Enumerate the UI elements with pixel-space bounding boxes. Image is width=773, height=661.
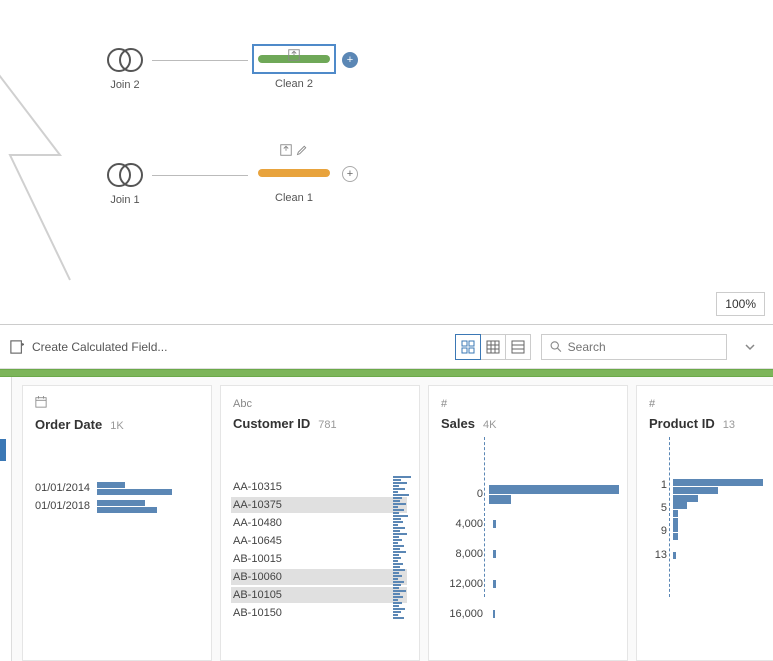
hist-label: 01/01/2018	[35, 500, 91, 512]
add-step-button[interactable]: +	[342, 166, 358, 182]
axis-line	[669, 437, 670, 597]
node-clean1[interactable]: Clean 1 +	[252, 158, 336, 204]
node-label: Clean 1	[275, 192, 313, 204]
list-view-button[interactable]	[505, 334, 531, 360]
field-count: 781	[318, 419, 336, 431]
hist-row[interactable]: 12,000	[441, 569, 615, 599]
field-card-sales[interactable]: # Sales 4K 0 4,000 8,000 12,000	[428, 385, 628, 661]
hist-bar	[489, 495, 511, 504]
profile-pane: Order Date 1K 01/01/2014 01/01/2018	[0, 369, 773, 661]
search-icon	[550, 340, 562, 353]
field-title: Order Date	[35, 417, 102, 432]
field-card-customer-id[interactable]: Abc Customer ID 781 AA-10315 AA-10375 AA…	[220, 385, 420, 661]
hist-row[interactable]: AA-10480	[233, 515, 407, 531]
hist-row[interactable]: 8,000	[441, 539, 615, 569]
node-join2[interactable]: Join 2	[105, 45, 145, 91]
node-label: Join 1	[110, 194, 139, 206]
step-color-strip	[0, 369, 773, 377]
search-input[interactable]	[568, 340, 718, 354]
selection-indicator	[0, 439, 6, 461]
field-count: 4K	[483, 419, 496, 431]
field-title: Sales	[441, 416, 475, 431]
data-grid-view-button[interactable]	[480, 334, 506, 360]
view-mode-group	[455, 334, 531, 360]
field-title: Product ID	[649, 416, 715, 431]
hist-row[interactable]: AB-10150	[233, 605, 407, 621]
hist-bar	[97, 489, 172, 495]
hist-row[interactable]: 01/01/2014	[35, 480, 199, 496]
hist-row[interactable]: AB-10060	[231, 569, 407, 585]
profile-toolbar: Create Calculated Field...	[0, 325, 773, 369]
hist-row[interactable]: 4,000	[441, 509, 615, 539]
hist-bar	[493, 580, 496, 588]
hist-row[interactable]: 16,000	[441, 599, 615, 629]
join-icon	[105, 45, 145, 75]
hist-row[interactable]: 13	[649, 540, 773, 570]
flow-connector	[152, 175, 248, 176]
number-icon: #	[441, 398, 447, 410]
more-options-button[interactable]	[737, 334, 763, 360]
create-calculated-field-button[interactable]: Create Calculated Field...	[10, 340, 167, 354]
flow-canvas[interactable]: Join 2 Clean 2 + Join 1 Clean 1 +	[0, 0, 773, 325]
hist-row[interactable]: 9	[649, 525, 773, 540]
field-title: Customer ID	[233, 416, 310, 431]
join-icon	[105, 160, 145, 190]
clean-step-icon	[252, 44, 336, 74]
hist-bar	[493, 520, 496, 528]
node-join1[interactable]: Join 1	[105, 160, 145, 206]
hist-bar	[489, 485, 619, 494]
field-count: 13	[723, 419, 735, 431]
zoom-level[interactable]: 100%	[716, 292, 765, 316]
recommendations-icon	[280, 144, 308, 156]
hist-row[interactable]: AA-10315	[233, 479, 407, 495]
flow-connector	[152, 60, 248, 61]
hist-label: 01/01/2014	[35, 482, 91, 494]
number-icon: #	[649, 398, 655, 410]
hist-row[interactable]: 1	[649, 479, 773, 502]
calc-label: Create Calculated Field...	[32, 340, 167, 354]
field-card-order-date[interactable]: Order Date 1K 01/01/2014 01/01/2018	[22, 385, 212, 661]
hist-row[interactable]: AA-10645	[233, 533, 407, 549]
hist-bar	[97, 507, 157, 513]
hist-row[interactable]: 01/01/2018	[35, 498, 199, 514]
hist-row[interactable]: 0	[441, 479, 615, 509]
field-card-product-id[interactable]: # Product ID 13 1 5	[636, 385, 773, 661]
calc-field-icon	[10, 340, 24, 354]
mini-distribution	[393, 476, 413, 619]
date-icon	[35, 399, 47, 411]
add-step-button[interactable]: +	[342, 52, 358, 68]
hist-bar	[493, 550, 496, 558]
scroll-left-gutter[interactable]	[0, 377, 12, 661]
node-clean2[interactable]: Clean 2 +	[252, 44, 336, 90]
hist-row[interactable]: AB-10015	[233, 551, 407, 567]
field-count: 1K	[110, 420, 123, 432]
hist-bar	[97, 500, 145, 506]
recommendations-icon	[288, 49, 300, 61]
hist-row[interactable]: AA-10375	[231, 497, 407, 513]
hist-row[interactable]: AB-10105	[231, 587, 407, 603]
clean-step-icon	[252, 158, 336, 188]
hist-row[interactable]: 5	[649, 502, 773, 525]
string-icon: Abc	[233, 398, 252, 410]
node-label: Join 2	[110, 79, 139, 91]
hist-bar	[493, 610, 495, 618]
hist-bar	[97, 482, 125, 488]
axis-line	[484, 437, 485, 597]
search-field[interactable]	[541, 334, 727, 360]
profile-view-button[interactable]	[455, 334, 481, 360]
node-label: Clean 2	[275, 78, 313, 90]
